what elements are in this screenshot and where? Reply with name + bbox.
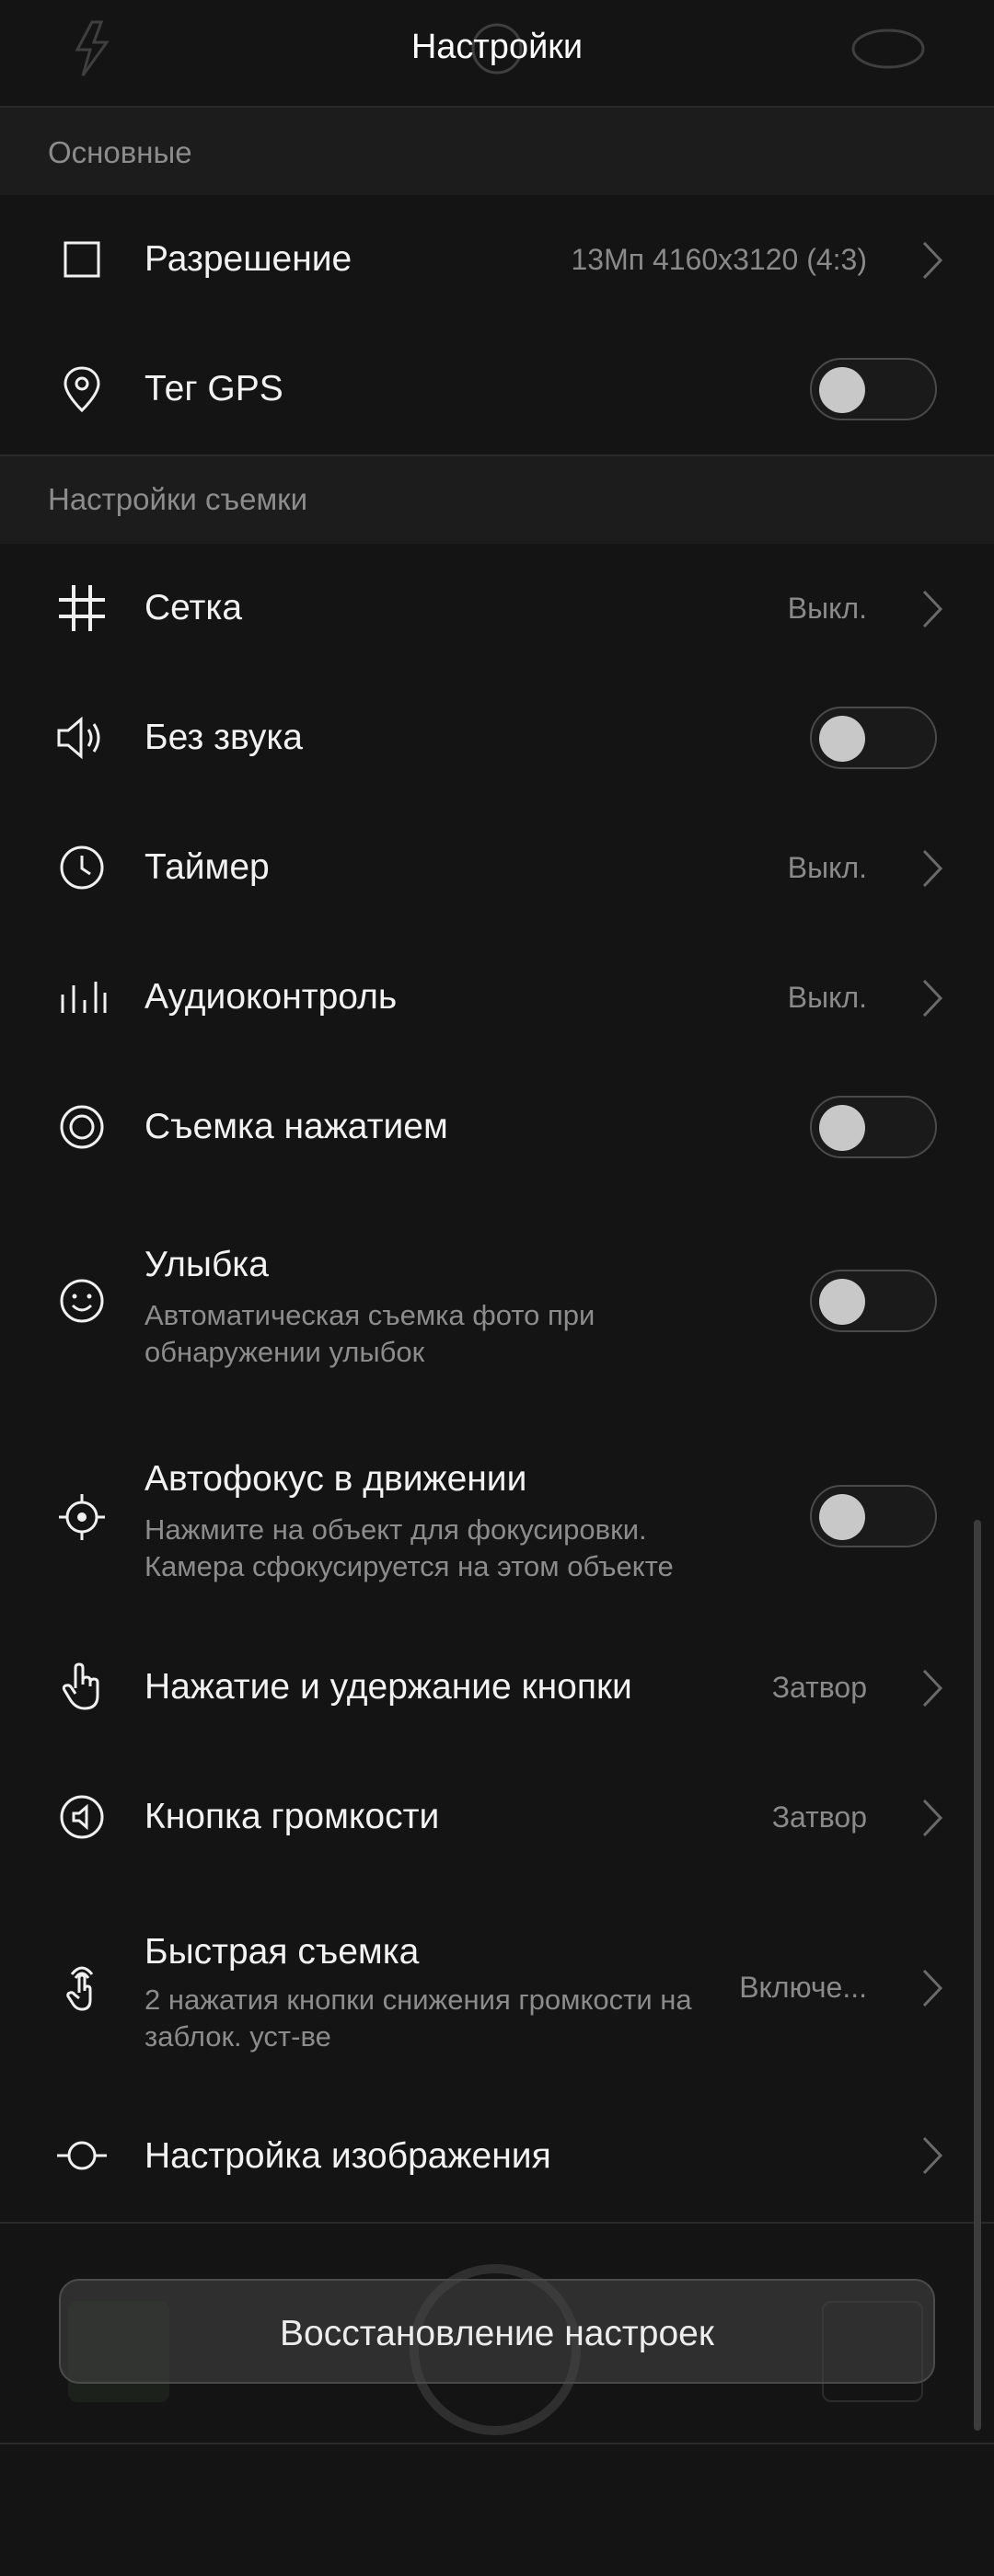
- mute-toggle[interactable]: [810, 707, 937, 769]
- press-and-hold-label: Нажатие и удержание кнопки: [144, 1667, 632, 1707]
- quick-tap-icon: [52, 1956, 112, 2017]
- touch-shutter-icon: [52, 1097, 112, 1157]
- setting-touch-capture: Съемка нажатием: [0, 1063, 994, 1194]
- speaker-icon: [52, 707, 112, 768]
- footer-divider: [0, 2443, 994, 2444]
- motion-autofocus-toggle[interactable]: [810, 1485, 937, 1547]
- volume-button-value: Затвор: [771, 1800, 867, 1834]
- chevron-right-icon: [922, 849, 943, 888]
- grid-value: Выкл.: [787, 592, 867, 625]
- section-capture-label: Настройки съемки: [48, 482, 308, 516]
- audio-control-label: Аудиоконтроль: [144, 977, 398, 1017]
- press-and-hold-value: Затвор: [771, 1671, 867, 1704]
- grid-icon: [52, 578, 112, 638]
- hand-pointer-icon: [52, 1657, 112, 1718]
- setting-gps: Тег GPS: [0, 325, 994, 456]
- setting-audio-control[interactable]: Аудиоконтроль Выкл.: [0, 933, 994, 1064]
- chevron-right-icon: [922, 2136, 943, 2175]
- touch-capture-label: Съемка нажатием: [144, 1107, 448, 1146]
- resolution-label: Разрешение: [144, 239, 353, 279]
- timer-value: Выкл.: [787, 851, 867, 884]
- toggle-knob: [819, 1494, 865, 1540]
- scrollbar[interactable]: [974, 1520, 981, 2431]
- section-basic-label: Основные: [48, 135, 192, 169]
- smile-icon: [52, 1271, 112, 1331]
- quick-capture-label: Быстрая съемка: [144, 1932, 420, 1972]
- setting-press-and-hold[interactable]: Нажатие и удержание кнопки Затвор: [0, 1623, 994, 1754]
- resolution-icon: [52, 229, 112, 290]
- quick-capture-value: Включе...: [739, 1971, 867, 2004]
- smile-toggle[interactable]: [810, 1270, 937, 1332]
- gps-label: Тег GPS: [144, 369, 283, 408]
- toggle-knob: [819, 1279, 865, 1325]
- setting-mute: Без звука: [0, 673, 994, 805]
- chevron-right-icon: [922, 1969, 943, 2007]
- chevron-right-icon: [922, 1669, 943, 1708]
- clock-icon: [52, 837, 112, 898]
- section-basic: Основные: [0, 108, 994, 197]
- setting-timer[interactable]: Таймер Выкл.: [0, 803, 994, 935]
- audio-control-value: Выкл.: [787, 981, 867, 1014]
- resolution-value: 13Мп 4160x3120 (4:3): [571, 243, 867, 276]
- motion-autofocus-label: Автофокус в движении: [144, 1459, 527, 1499]
- setting-image-adjustment[interactable]: Настройка изображения: [0, 2090, 994, 2224]
- toggle-knob: [819, 1105, 865, 1151]
- motion-autofocus-description: Нажмите на объект для фокусировки. Камер…: [144, 1513, 674, 1582]
- reset-settings-button[interactable]: Восстановление настроек: [59, 2279, 935, 2384]
- touch-capture-toggle[interactable]: [810, 1096, 937, 1158]
- reset-settings-label: Восстановление настроек: [280, 2314, 714, 2353]
- volume-button-label: Кнопка громкости: [144, 1797, 440, 1836]
- volume-button-icon: [52, 1787, 112, 1847]
- chevron-right-icon: [922, 1799, 943, 1837]
- image-adjust-icon: [52, 2125, 112, 2186]
- grid-label: Сетка: [144, 588, 243, 627]
- chevron-right-icon: [922, 590, 943, 628]
- audio-bars-icon: [52, 967, 112, 1028]
- setting-grid[interactable]: Сетка Выкл.: [0, 544, 994, 675]
- setting-quick-capture[interactable]: Быстрая съемка 2 нажатия кнопки снижения…: [0, 1882, 994, 2092]
- setting-motion-autofocus: Автофокус в движении Нажмите на объект д…: [0, 1410, 994, 1625]
- header-bar: Настройки: [0, 0, 994, 108]
- gps-toggle[interactable]: [810, 358, 937, 420]
- quick-capture-description: 2 нажатия кнопки снижения громкости на з…: [144, 1984, 692, 2053]
- toggle-knob: [819, 367, 865, 413]
- smile-label: Улыбка: [144, 1245, 269, 1284]
- setting-smile: Улыбка Автоматическая съемка фото при об…: [0, 1192, 994, 1412]
- section-capture: Настройки съемки: [0, 456, 994, 546]
- image-adjustment-label: Настройка изображения: [144, 2136, 551, 2176]
- chevron-right-icon: [922, 979, 943, 1018]
- toggle-knob: [819, 716, 865, 762]
- chevron-right-icon: [922, 241, 943, 280]
- smile-description: Автоматическая съемка фото при обнаружен…: [144, 1299, 595, 1368]
- setting-volume-button[interactable]: Кнопка громкости Затвор: [0, 1753, 994, 1884]
- setting-resolution[interactable]: Разрешение 13Мп 4160x3120 (4:3): [0, 195, 994, 327]
- location-pin-icon: [52, 359, 112, 420]
- bottom-area: Восстановление настроек: [0, 2222, 994, 2443]
- mute-label: Без звука: [144, 718, 303, 757]
- page-title: Настройки: [410, 28, 584, 66]
- focus-target-icon: [52, 1487, 112, 1547]
- timer-label: Таймер: [144, 847, 270, 887]
